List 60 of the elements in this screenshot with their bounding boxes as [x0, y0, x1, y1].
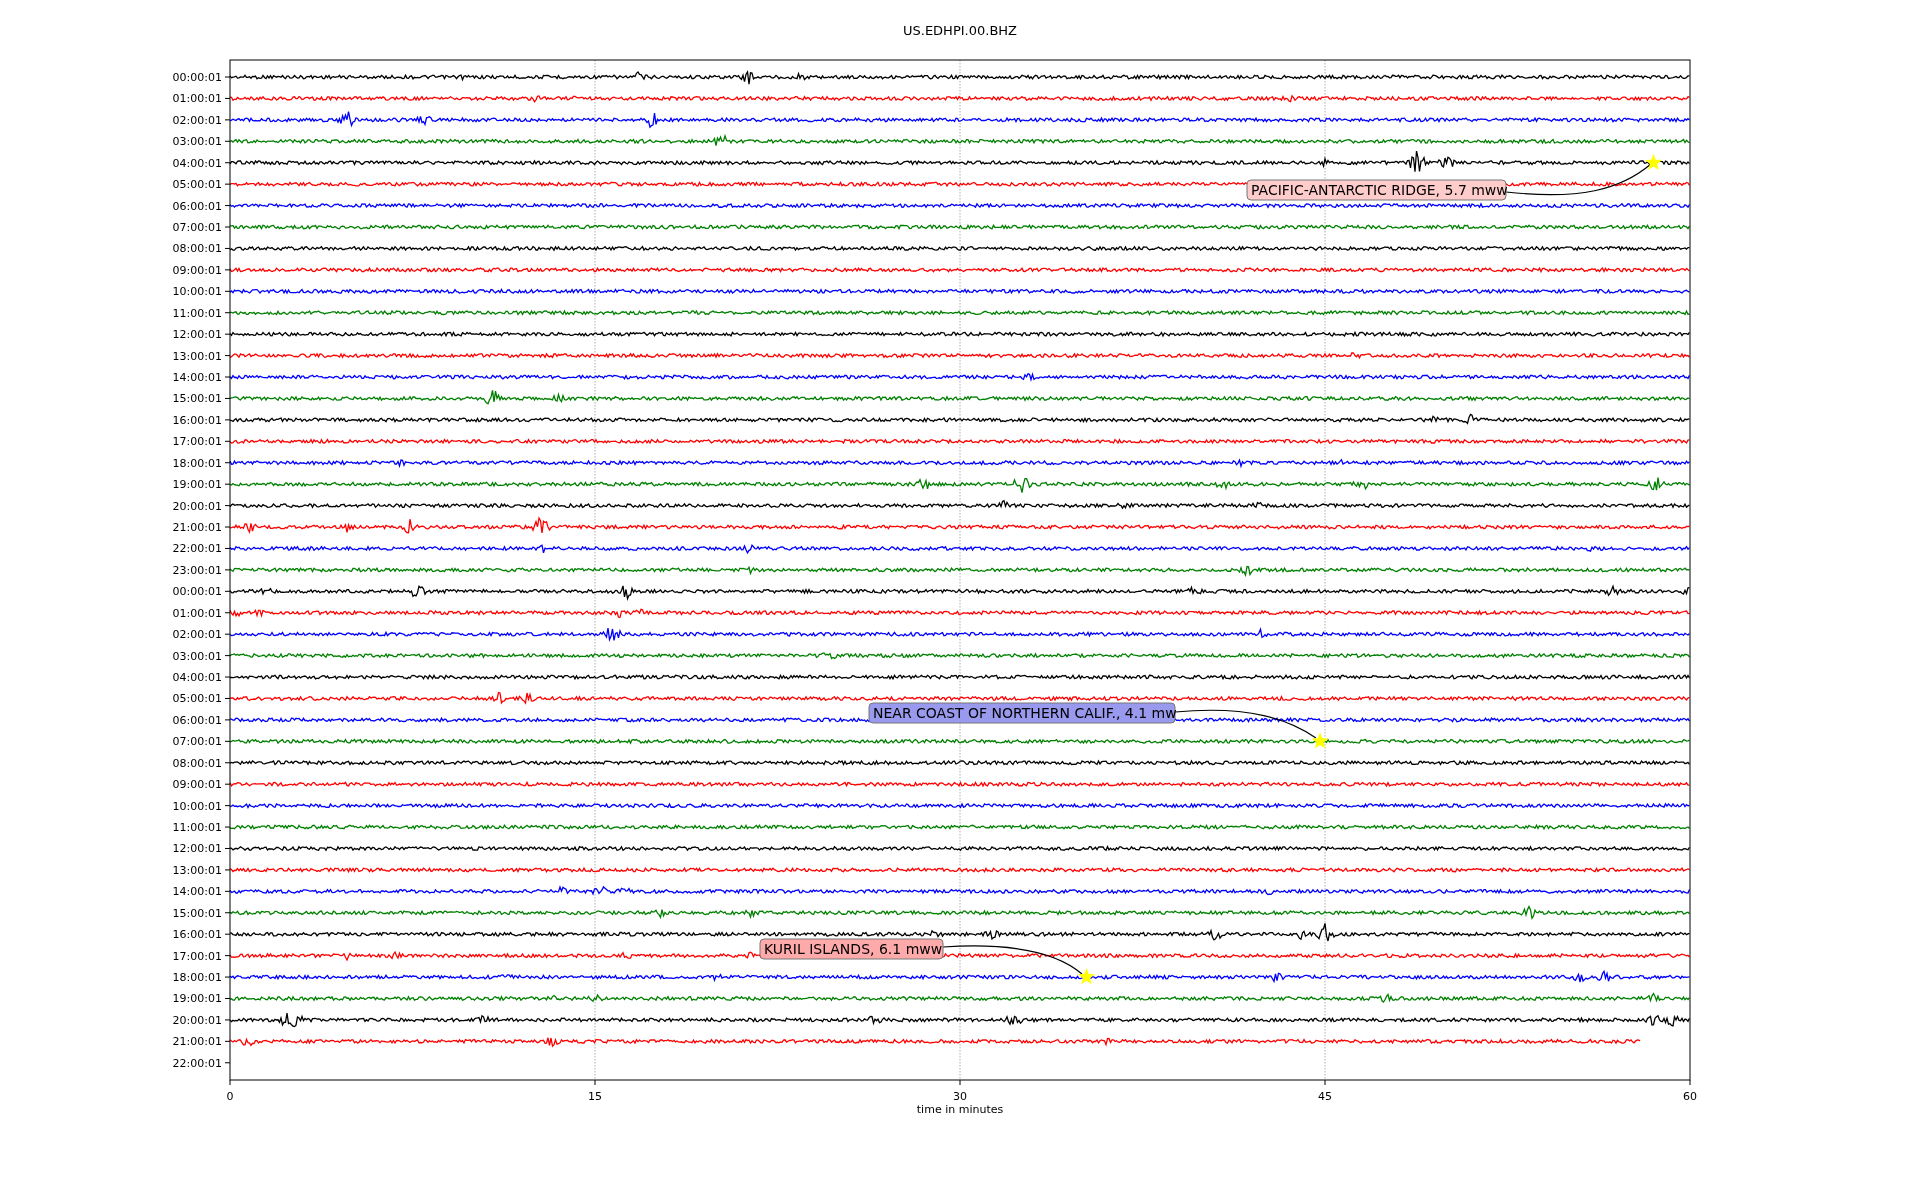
axis-tick-label: 18:00:01 — [172, 971, 222, 985]
axis-tick-label: 20:00:01 — [172, 1013, 222, 1027]
event-label: KURIL ISLANDS, 6.1 mww — [759, 938, 944, 960]
axis-tick-label: 17:00:01 — [172, 949, 222, 963]
axis-tick-label: 30 — [953, 1090, 967, 1103]
axis-tick-label: 02:00:01 — [172, 628, 222, 642]
axis-tick-label: 0 — [226, 1090, 234, 1103]
axis-tick-label: 09:00:01 — [172, 778, 222, 792]
axis-tick-label: 15 — [588, 1090, 602, 1103]
axis-tick-label: 11:00:01 — [172, 306, 222, 320]
axis-tick-label: 06:00:01 — [172, 199, 222, 213]
axis-tick-label: 15:00:01 — [172, 906, 222, 920]
axis-tick-label: 21:00:01 — [172, 521, 222, 535]
axis-tick-label: 13:00:01 — [172, 863, 222, 877]
axis-tick-label: 22:00:01 — [172, 542, 222, 556]
axis-tick-label: 07:00:01 — [172, 735, 222, 749]
axis-tick-label: 01:00:01 — [172, 606, 222, 620]
axis-tick-label: 06:00:01 — [172, 713, 222, 727]
star-icon — [1078, 968, 1096, 985]
event-label: NEAR COAST OF NORTHERN CALIF., 4.1 mw — [868, 702, 1177, 724]
axis-tick-label: 03:00:01 — [172, 649, 222, 663]
axis-tick-label: 04:00:01 — [172, 671, 222, 685]
axis-tick-label: 60 — [1683, 1090, 1697, 1103]
axis-tick-label: 00:00:01 — [172, 71, 222, 84]
axis-tick-label: 22:00:01 — [172, 1056, 222, 1070]
axis-tick-label: 05:00:01 — [172, 692, 222, 706]
axis-tick-label: 17:00:01 — [172, 435, 222, 449]
axis-tick-label: 19:00:01 — [172, 992, 222, 1006]
axis-tick-label: 08:00:01 — [172, 242, 222, 256]
axis-tick-label: 12:00:01 — [172, 842, 222, 856]
axis-tick-label: 07:00:01 — [172, 221, 222, 234]
axis-tick-label: 19:00:01 — [172, 478, 222, 492]
axis-tick-label: 16:00:01 — [172, 928, 222, 942]
plot-title: US.EDHPI.00.BHZ — [903, 23, 1017, 38]
axis-tick-label: 20:00:01 — [172, 499, 222, 513]
axis-label: time in minutes — [916, 1103, 1004, 1116]
axis-tick-label: 02:00:01 — [172, 113, 222, 127]
axis-tick-label: 13:00:01 — [172, 349, 222, 363]
axis-tick-label: 15:00:01 — [172, 392, 222, 406]
axis-tick-label: 04:00:01 — [172, 156, 222, 170]
axis-tick-label: 23:00:01 — [172, 563, 222, 577]
axis-tick-label: 03:00:01 — [172, 135, 222, 149]
axis-tick-label: 09:00:01 — [172, 263, 222, 277]
axis-tick-label: 08:00:01 — [172, 756, 222, 770]
axis-tick-label: 05:00:01 — [172, 178, 222, 192]
axis-tick-label: 01:00:01 — [172, 92, 222, 106]
event-label: PACIFIC-ANTARCTIC RIDGE, 5.7 mww — [1246, 179, 1508, 201]
axis-tick-label: 11:00:01 — [172, 821, 222, 835]
axis-tick-label: 45 — [1318, 1090, 1332, 1103]
star-icon — [1644, 153, 1663, 170]
axis-tick-label: 16:00:01 — [172, 413, 222, 427]
axis-tick-label: 14:00:01 — [172, 885, 222, 899]
axis-tick-label: 10:00:01 — [172, 799, 222, 813]
axis-tick-label: 21:00:01 — [172, 1035, 222, 1049]
axis-tick-label: 00:00:01 — [172, 585, 222, 599]
axis-tick-label: 14:00:01 — [172, 371, 222, 384]
axis-tick-label: 18:00:01 — [172, 456, 222, 470]
axis-tick-label: 10:00:01 — [172, 285, 222, 299]
star-icon — [1311, 732, 1329, 749]
axis-tick-label: 12:00:01 — [172, 328, 222, 342]
